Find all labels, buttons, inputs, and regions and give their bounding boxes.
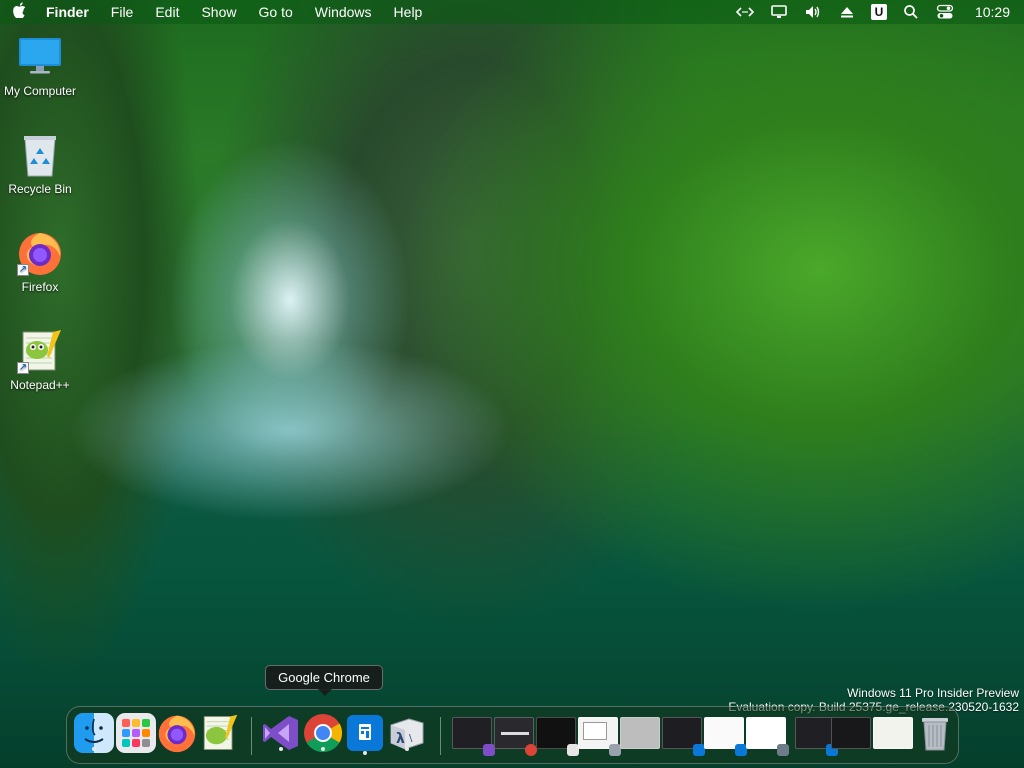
dock: λ \: [66, 706, 959, 764]
desktop-icon-notepadpp[interactable]: ↗ Notepad++: [0, 328, 80, 392]
desktop-icon-label: Notepad++: [10, 378, 70, 392]
dock-app-launchpad[interactable]: [116, 713, 156, 753]
dock-app-finder[interactable]: [74, 713, 114, 753]
shortcut-arrow-icon: ↗: [17, 264, 29, 276]
volume-icon[interactable]: [803, 4, 823, 20]
dock-window-thumbnail[interactable]: [746, 717, 789, 756]
running-indicator: [405, 747, 409, 751]
dock-tooltip: Google Chrome: [265, 665, 383, 696]
desktop-icon-recycle-bin[interactable]: Recycle Bin: [0, 132, 80, 196]
menu-file[interactable]: File: [100, 4, 145, 20]
desktop-icon-firefox[interactable]: ↗ Firefox: [0, 230, 80, 294]
watermark-line-1: Windows 11 Pro Insider Preview: [847, 686, 1019, 700]
firefox-icon: ↗: [17, 230, 63, 276]
dock-separator: [440, 717, 441, 755]
running-indicator: [92, 747, 96, 751]
dock-app-firefox[interactable]: [157, 713, 197, 753]
dock-window-thumbnail[interactable]: [662, 717, 705, 756]
dock-app-visual-studio[interactable]: [261, 713, 301, 753]
menu-edit[interactable]: Edit: [144, 4, 190, 20]
dock-window-thumbnail[interactable]: [704, 717, 747, 756]
firefox-icon: [158, 715, 196, 753]
desktop-icon-label: Firefox: [21, 280, 59, 294]
dock-window-thumbnail[interactable]: [536, 717, 579, 756]
dock-window-thumbnail[interactable]: [873, 717, 913, 749]
display-icon[interactable]: [769, 4, 789, 20]
notepadpp-icon: [203, 714, 238, 750]
dock-window-thumbnail[interactable]: [578, 717, 621, 756]
dock-window-thumbnail[interactable]: [620, 717, 660, 749]
running-indicator: [363, 751, 367, 755]
dock-app-lambda[interactable]: λ \: [387, 713, 427, 753]
dock-window-thumbnail[interactable]: [494, 717, 537, 756]
menu-go-to[interactable]: Go to: [248, 4, 304, 20]
shortcut-arrow-icon: ↗: [17, 362, 29, 374]
monitor-icon: [17, 34, 63, 80]
blue-app-icon: [359, 724, 371, 740]
code-brackets-icon[interactable]: [735, 4, 755, 20]
dock-app-notepadpp[interactable]: [199, 713, 239, 753]
menu-bar-tray: U 10:29: [735, 4, 1024, 20]
dock-window-thumbnail[interactable]: [831, 717, 871, 749]
trash-icon: [922, 718, 948, 751]
menu-finder[interactable]: Finder: [40, 4, 100, 20]
apple-icon[interactable]: [0, 2, 40, 22]
window-icon: [777, 744, 789, 756]
menu-bar: Finder File Edit Show Go to Windows Help…: [0, 0, 1024, 24]
dock-separator: [251, 717, 252, 755]
running-indicator: [279, 747, 283, 751]
menu-help[interactable]: Help: [383, 4, 434, 20]
dock-window-thumbnail[interactable]: [795, 717, 838, 756]
progress-line: [501, 732, 529, 735]
u-badge-icon[interactable]: U: [870, 4, 887, 20]
dock-app-google-chrome[interactable]: [303, 713, 343, 753]
desktop-icon-label: My Computer: [3, 84, 77, 98]
eject-icon[interactable]: [837, 4, 857, 20]
recycle-bin-icon: [17, 132, 63, 178]
dock-trash[interactable]: [915, 713, 955, 753]
menu-bar-clock[interactable]: 10:29: [975, 4, 1010, 20]
dock-app-blue-tool[interactable]: [347, 715, 383, 755]
launchpad-icon: [122, 719, 150, 747]
control-center-icon[interactable]: [935, 4, 955, 20]
notepadpp-icon: ↗: [17, 328, 63, 374]
dock-window-thumbnail[interactable]: [452, 717, 495, 756]
desktop-icon-label: Recycle Bin: [8, 182, 72, 196]
dialog-preview: [583, 722, 607, 740]
search-icon[interactable]: [901, 4, 921, 20]
menu-show[interactable]: Show: [190, 4, 247, 20]
svg-text:λ: λ: [396, 731, 405, 747]
running-indicator: [321, 747, 325, 751]
desktop-icon-my-computer[interactable]: My Computer: [0, 34, 80, 98]
menu-windows[interactable]: Windows: [304, 4, 383, 20]
